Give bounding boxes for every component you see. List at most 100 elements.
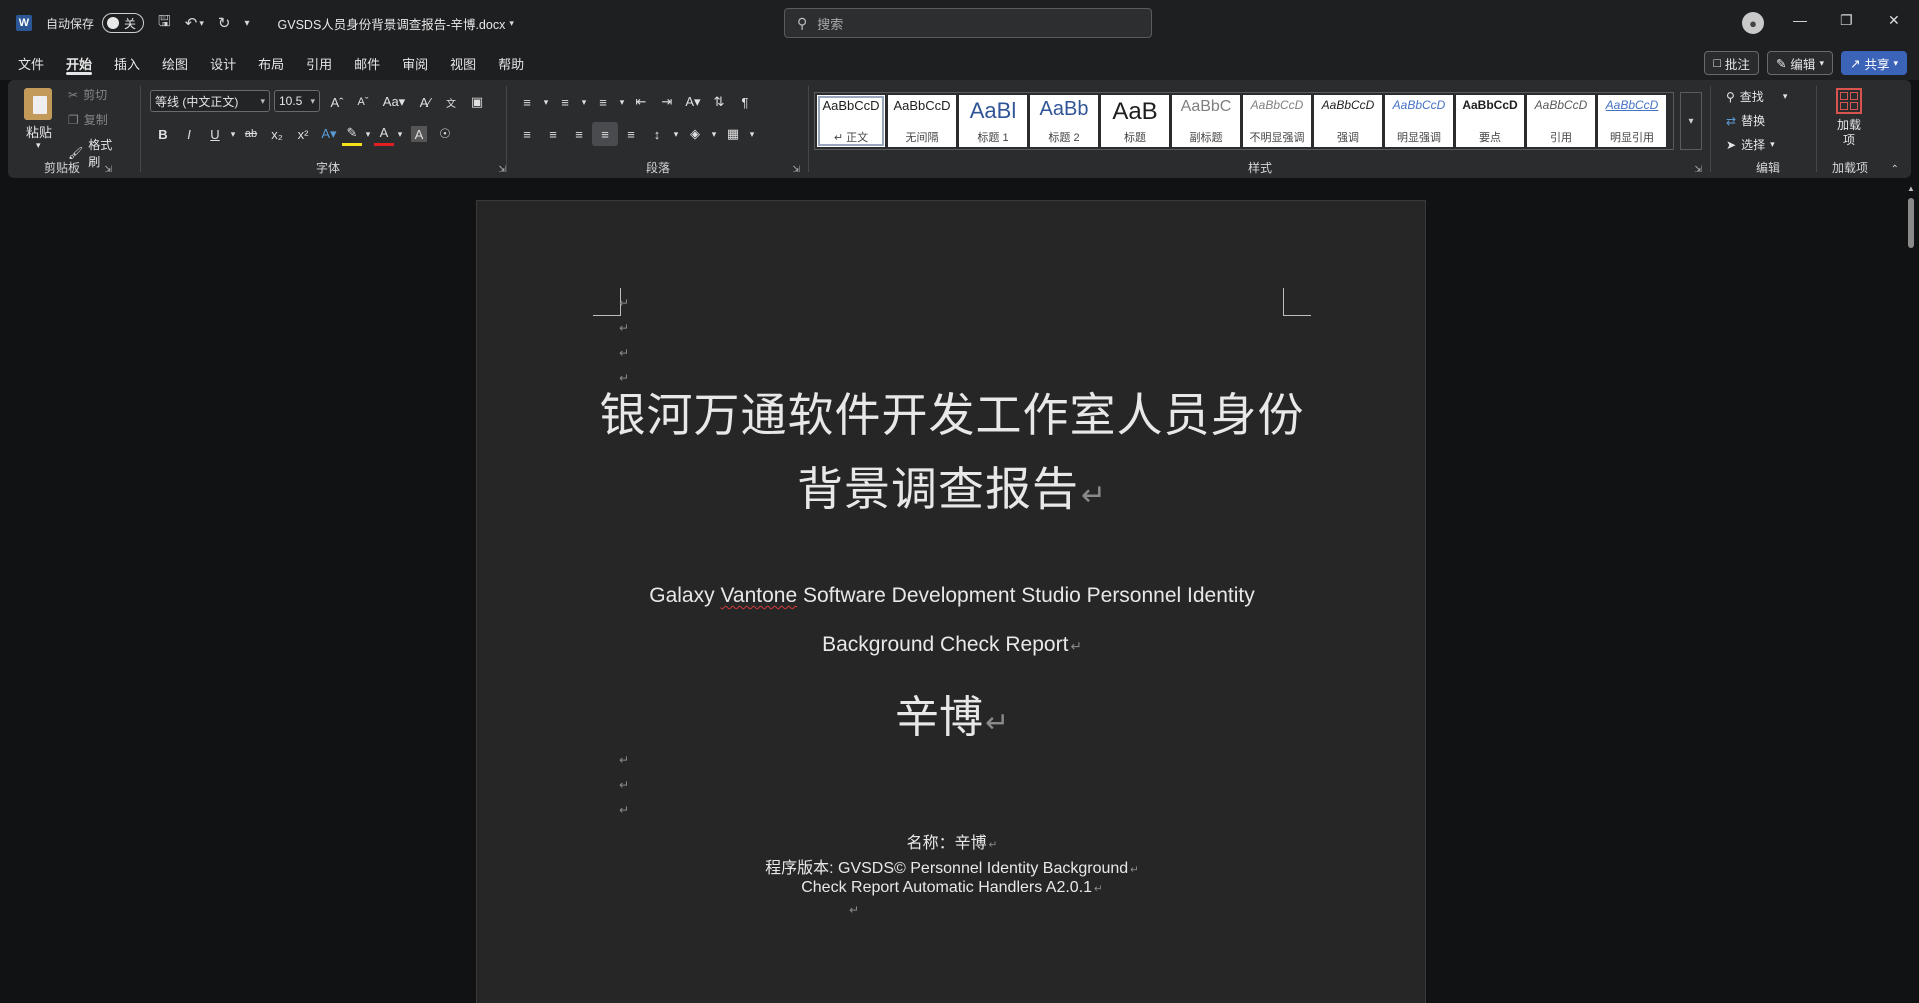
- subscript-icon[interactable]: x₂: [264, 122, 290, 146]
- decrease-indent-icon[interactable]: ⇤: [628, 90, 654, 114]
- tab-insert[interactable]: 插入: [103, 46, 151, 80]
- font-color-icon[interactable]: A: [374, 122, 394, 146]
- chevron-down-icon[interactable]: ▾: [708, 122, 720, 146]
- autosave-toggle[interactable]: 关: [102, 13, 145, 33]
- tab-review[interactable]: 审阅: [391, 46, 439, 80]
- tab-references[interactable]: 引用: [295, 46, 343, 80]
- shrink-font-icon[interactable]: Aˇ: [350, 90, 376, 114]
- chevron-down-icon[interactable]: ▾: [746, 122, 758, 146]
- underline-icon[interactable]: U: [202, 122, 228, 146]
- vertical-scrollbar[interactable]: ▲: [1903, 182, 1919, 1003]
- chevron-down-icon[interactable]: ▾: [394, 122, 406, 146]
- tab-help[interactable]: 帮助: [487, 46, 535, 80]
- title-cn-text-1: 银河万通软件开发工作室人员身份: [599, 388, 1305, 442]
- align-right-icon[interactable]: ≡: [566, 122, 592, 146]
- addins-group: 加载项 加载项: [1820, 80, 1880, 178]
- tab-view[interactable]: 视图: [439, 46, 487, 80]
- scroll-up-icon[interactable]: ▲: [1907, 184, 1915, 193]
- cut-button[interactable]: ✂ 剪切: [68, 86, 107, 103]
- enclose-characters-icon[interactable]: ☉: [432, 122, 458, 146]
- select-button[interactable]: ➤ 选择 ▾: [1726, 136, 1775, 153]
- strikethrough-icon[interactable]: ab: [238, 122, 264, 146]
- multilevel-list-icon[interactable]: ≡: [590, 90, 616, 114]
- sort-icon[interactable]: ⇅: [706, 90, 732, 114]
- distributed-icon[interactable]: ≡: [618, 122, 644, 146]
- character-shading-icon[interactable]: A: [411, 126, 427, 142]
- redo-icon[interactable]: ↻: [218, 14, 231, 32]
- italic-icon[interactable]: I: [176, 122, 202, 146]
- bold-icon[interactable]: B: [150, 122, 176, 146]
- highlight-color-icon[interactable]: ✎: [342, 122, 362, 146]
- close-icon[interactable]: ✕: [1888, 12, 1900, 29]
- chevron-down-icon[interactable]: ▾: [540, 90, 552, 114]
- borders-icon[interactable]: ▦: [720, 122, 746, 146]
- shading-icon[interactable]: ◈: [682, 122, 708, 146]
- editing-group: ⚲ 查找 ▾ ⇄ 替换 ➤ 选择 ▾ 编辑: [1716, 80, 1820, 178]
- restore-icon[interactable]: ❐: [1840, 12, 1853, 29]
- account-avatar-icon[interactable]: ●: [1742, 12, 1764, 34]
- author-line: 辛博↵: [477, 681, 1427, 745]
- author-name: 辛博: [895, 692, 984, 743]
- line-spacing-icon[interactable]: ↕: [644, 122, 670, 146]
- asian-layout-icon[interactable]: A▾: [680, 90, 706, 114]
- paste-button[interactable]: 粘贴: [26, 122, 52, 141]
- title-en-text-2: Background Check Report: [822, 633, 1069, 656]
- undo-icon[interactable]: ↶: [185, 14, 198, 32]
- grow-font-icon[interactable]: Aˆ: [324, 90, 350, 114]
- document-title[interactable]: GVSDS人员身份背景调查报告-辛博.docx: [278, 14, 506, 33]
- numbering-icon[interactable]: ≡: [552, 90, 578, 114]
- chevron-down-icon[interactable]: ▾: [578, 90, 590, 114]
- copy-button[interactable]: ❐ 复制: [68, 111, 108, 128]
- comments-button[interactable]: □ 批注: [1704, 51, 1759, 75]
- justify-icon[interactable]: ≡: [592, 122, 618, 146]
- addins-button[interactable]: 加载项: [1834, 118, 1864, 148]
- comment-icon: □: [1713, 56, 1721, 70]
- customize-quick-access-icon[interactable]: ▾: [244, 18, 249, 29]
- chevron-down-icon[interactable]: ▾: [199, 18, 204, 29]
- chevron-down-icon[interactable]: ▾: [509, 18, 514, 29]
- find-label: 查找: [1739, 90, 1764, 104]
- bullets-icon[interactable]: ≡: [514, 90, 540, 114]
- find-button[interactable]: ⚲ 查找 ▾: [1726, 88, 1787, 105]
- text-effects-icon[interactable]: A▾: [316, 122, 342, 146]
- paste-dropdown-icon[interactable]: ▾: [36, 140, 41, 151]
- collapse-ribbon-icon[interactable]: ⌃: [1891, 164, 1899, 175]
- save-icon[interactable]: 🖫: [158, 11, 171, 36]
- dialog-launcher-icon[interactable]: ⇲: [1694, 164, 1702, 175]
- show-paragraph-marks-icon[interactable]: ¶: [732, 90, 758, 114]
- tab-draw[interactable]: 绘图: [151, 46, 199, 80]
- align-left-icon[interactable]: ≡: [514, 122, 540, 146]
- tab-file[interactable]: 文件: [7, 46, 55, 80]
- dialog-launcher-icon[interactable]: ⇲: [104, 164, 112, 175]
- spelling-error-word[interactable]: Vantone: [720, 584, 797, 607]
- increase-indent-icon[interactable]: ⇥: [654, 90, 680, 114]
- chevron-down-icon[interactable]: ▾: [362, 122, 374, 146]
- dialog-launcher-icon[interactable]: ⇲: [792, 164, 800, 175]
- paste-icon[interactable]: [24, 88, 52, 120]
- scroll-thumb[interactable]: [1908, 198, 1914, 248]
- addins-grid-icon[interactable]: [1836, 88, 1862, 114]
- chevron-down-icon[interactable]: ▾: [670, 122, 682, 146]
- tab-mailings[interactable]: 邮件: [343, 46, 391, 80]
- replace-button[interactable]: ⇄ 替换: [1726, 112, 1765, 129]
- minimize-icon[interactable]: —: [1793, 12, 1807, 28]
- superscript-icon[interactable]: x²: [290, 122, 316, 146]
- align-center-icon[interactable]: ≡: [540, 122, 566, 146]
- chevron-down-icon[interactable]: ▾: [616, 90, 628, 114]
- font-name-select[interactable]: 等线 (中文正文) ▾: [150, 90, 270, 112]
- clear-formatting-icon[interactable]: A∕: [412, 90, 438, 114]
- search-input[interactable]: ⚲ 搜索: [784, 8, 1152, 38]
- tab-layout[interactable]: 布局: [247, 46, 295, 80]
- tab-design[interactable]: 设计: [199, 46, 247, 80]
- phonetic-guide-icon[interactable]: 文: [438, 90, 464, 114]
- font-size-select[interactable]: 10.5 ▾: [274, 90, 320, 112]
- tab-home[interactable]: 开始: [55, 46, 103, 80]
- divider: [140, 86, 141, 172]
- editing-mode-button[interactable]: ✎ 编辑 ▾: [1766, 51, 1833, 75]
- chevron-down-icon[interactable]: ▾: [228, 122, 238, 146]
- document-page[interactable]: ↵ ↵ ↵ ↵ 银河万通软件开发工作室人员身份 背景调查报告↵ Galaxy V…: [476, 200, 1426, 1003]
- dialog-launcher-icon[interactable]: ⇲: [498, 164, 506, 175]
- change-case-icon[interactable]: Aa▾: [376, 90, 412, 114]
- character-border-icon[interactable]: ▣: [464, 90, 490, 114]
- share-button[interactable]: ↗ 共享 ▾: [1840, 51, 1907, 75]
